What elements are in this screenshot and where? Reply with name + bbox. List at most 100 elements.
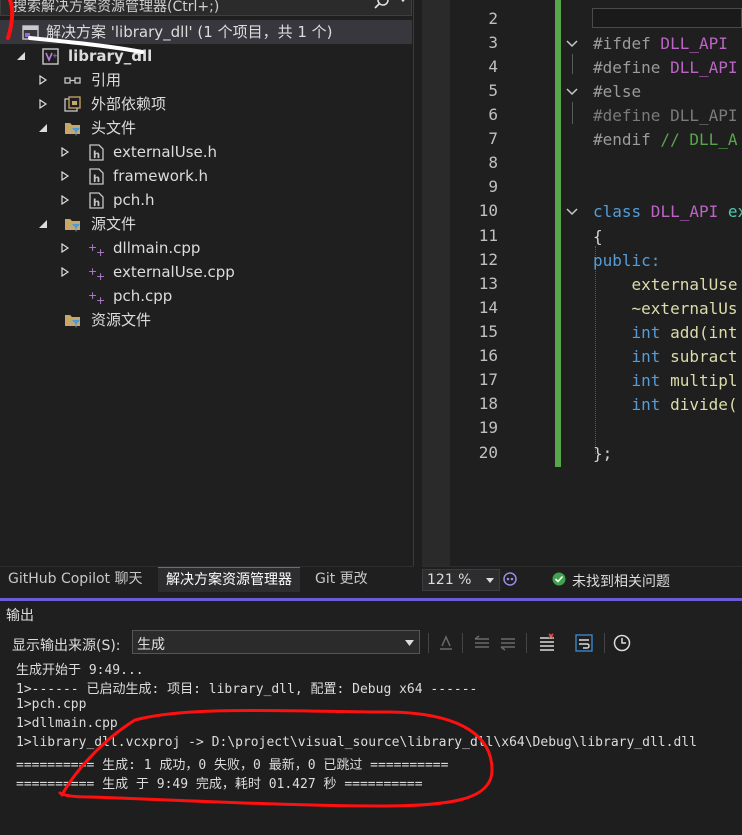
tree-item-external-deps[interactable]: 外部依赖项 — [0, 92, 412, 116]
editor-margin — [422, 0, 450, 566]
collapsed-arrow-icon[interactable] — [60, 267, 70, 277]
bottom-tab-strip: GitHub Copilot 聊天 解决方案资源管理器 Git 更改 — [0, 566, 414, 592]
collapse-region-icon[interactable] — [565, 205, 579, 219]
tree-item-label: 源文件 — [91, 215, 137, 233]
project-label: library_dll — [68, 47, 153, 65]
output-line: ========== 生成: 1 成功，0 失败，0 最新，0 已跳过 ====… — [16, 758, 449, 773]
external-deps-icon — [64, 96, 81, 112]
collapsed-arrow-icon[interactable] — [60, 171, 70, 181]
tree-item-label: 资源文件 — [91, 311, 152, 329]
find-message-in-code-icon[interactable] — [436, 633, 456, 653]
output-line: 1>dllmain.cpp — [16, 716, 118, 731]
previous-message-icon[interactable] — [472, 633, 492, 653]
expanded-arrow-icon[interactable] — [16, 51, 26, 61]
zoom-value: 121 % — [427, 572, 472, 588]
svg-text:+: + — [96, 246, 105, 257]
tree-item-resource-files[interactable]: 资源文件 — [0, 308, 412, 332]
header-file-icon: h — [89, 144, 104, 161]
output-line: 生成开始于 9:49... — [16, 663, 144, 678]
code-line-16: int subract — [593, 347, 738, 366]
svg-text:h: h — [93, 150, 100, 161]
filter-folder-icon — [65, 315, 80, 328]
svg-text:h: h — [93, 174, 100, 185]
line-number: 17 — [478, 370, 498, 389]
check-circle-icon — [552, 572, 566, 586]
collapse-region-icon[interactable] — [565, 37, 579, 51]
solution-node[interactable]: 解决方案 'library_dll' (1 个项目，共 1 个) — [0, 20, 412, 44]
filter-folder-icon — [65, 219, 80, 232]
output-title: 输出 — [6, 608, 34, 624]
tab-solution-explorer[interactable]: 解决方案资源管理器 — [158, 567, 300, 592]
next-message-icon[interactable] — [498, 633, 518, 653]
svg-text:+: + — [52, 52, 58, 60]
tree-item-pch-cpp[interactable]: + + pch.cpp — [0, 284, 412, 308]
tree-item-label: framework.h — [113, 167, 209, 185]
tree-item-externaluse-cpp[interactable]: + + externalUse.cpp — [0, 260, 412, 284]
navigation-bar-box[interactable] — [592, 8, 742, 28]
cpp-file-icon: ++ — [88, 265, 105, 281]
code-line-11: { — [593, 227, 603, 246]
clear-all-icon[interactable] — [537, 633, 557, 653]
change-tracking-bar — [555, 0, 561, 467]
line-number: 11 — [478, 226, 498, 245]
editor-status-bar: 121 % 未找到相关问题 — [422, 566, 742, 592]
collapsed-arrow-icon[interactable] — [38, 99, 48, 109]
output-text-area[interactable]: 生成开始于 9:49... 1>------ 已启动生成: 项目: librar… — [0, 659, 742, 835]
project-node[interactable]: + library_dll — [0, 44, 412, 68]
tree-item-dllmain-cpp[interactable]: + + dllmain.cpp — [0, 236, 412, 260]
svg-text:h: h — [93, 198, 100, 209]
tab-copilot-chat[interactable]: GitHub Copilot 聊天 — [0, 567, 150, 592]
tree-item-references[interactable]: 引用 — [0, 68, 412, 92]
clock-icon[interactable] — [612, 633, 632, 653]
chevron-down-icon — [405, 640, 414, 646]
word-wrap-icon[interactable] — [574, 633, 594, 653]
collapse-region-icon[interactable] — [565, 85, 579, 99]
tab-git-changes[interactable]: Git 更改 — [307, 567, 376, 592]
tree-item-header-files[interactable]: 头文件 — [0, 116, 412, 140]
code-line-17: int multipl — [593, 371, 738, 390]
code-editor[interactable]: 2 3 4 5 6 7 8 9 10 11 12 13 14 15 16 17 … — [422, 0, 742, 566]
line-number: 10 — [478, 201, 498, 220]
tree-item-pch-h[interactable]: h pch.h — [0, 188, 412, 212]
code-line-14: ~externalUs — [593, 299, 738, 318]
toolbar-separator — [428, 633, 429, 653]
filter-folder-icon — [65, 123, 80, 136]
tree-item-label: dllmain.cpp — [113, 239, 201, 257]
tree-item-label: 外部依赖项 — [91, 95, 167, 113]
copilot-icon[interactable] — [502, 571, 518, 587]
code-line-18: int divide( — [593, 395, 738, 414]
code-line-15: int add(int — [593, 323, 738, 342]
collapsed-arrow-icon[interactable] — [38, 75, 48, 85]
cpp-file-icon: ++ — [88, 289, 105, 305]
tree-item-label: pch.cpp — [113, 287, 173, 305]
tree-item-framework-h[interactable]: h framework.h — [0, 164, 412, 188]
chevron-down-icon — [486, 578, 494, 583]
expanded-arrow-icon[interactable] — [38, 123, 48, 133]
collapsed-arrow-icon[interactable] — [60, 243, 70, 253]
tree-item-label: externalUse.cpp — [113, 263, 235, 281]
toolbar-separator — [526, 633, 527, 653]
issues-status[interactable]: 未找到相关问题 — [572, 571, 670, 591]
tree-item-source-files[interactable]: 源文件 — [0, 212, 412, 236]
code-line-10: class DLL_API ex — [593, 202, 742, 221]
code-line-6: #define DLL_API — [593, 106, 738, 125]
line-number: 16 — [478, 346, 498, 365]
tree-item-label: pch.h — [113, 191, 155, 209]
tree-item-externaluse-h[interactable]: h externalUse.h — [0, 140, 412, 164]
chevron-down-icon[interactable] — [397, 0, 409, 5]
line-number: 14 — [478, 298, 498, 317]
code-line-4: #define DLL_API — [593, 58, 738, 77]
output-source-select[interactable]: 生成 — [132, 630, 420, 654]
svg-text:+: + — [96, 294, 105, 305]
fold-guide — [572, 54, 573, 74]
search-icon[interactable] — [373, 0, 391, 11]
output-source-value: 生成 — [137, 637, 165, 653]
collapsed-arrow-icon[interactable] — [60, 195, 70, 205]
solution-search-box[interactable]: 搜索解决方案资源管理器(Ctrl+;) — [0, 0, 412, 16]
expanded-arrow-icon[interactable] — [38, 219, 48, 229]
code-line-12: public: — [593, 251, 661, 270]
collapsed-arrow-icon[interactable] — [60, 147, 70, 157]
zoom-select[interactable]: 121 % — [422, 569, 500, 591]
code-line-13: externalUse — [593, 275, 738, 294]
line-number: 15 — [478, 322, 498, 341]
